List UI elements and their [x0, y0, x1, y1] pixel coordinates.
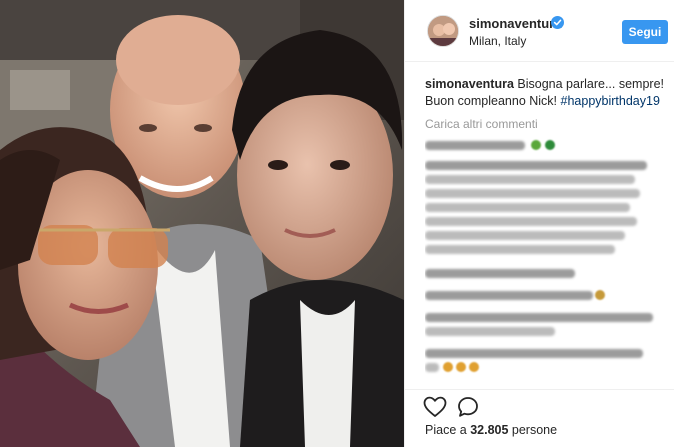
blurred-comment: [425, 313, 653, 322]
emoji-icon: [456, 362, 466, 372]
blurred-comment: [425, 231, 625, 240]
avatar[interactable]: [427, 15, 459, 47]
post-actions: Piace a 32.805 persone: [405, 389, 674, 447]
post-caption: simonaventura Bisogna parlare... sempre!…: [425, 76, 669, 110]
blurred-comments: [425, 137, 669, 377]
blurred-comment: [425, 189, 640, 198]
verified-badge-icon: [551, 16, 564, 29]
caption-hashtag[interactable]: #happybirthday19: [561, 94, 660, 108]
emoji-icon: [545, 140, 555, 150]
blurred-comment: [425, 161, 647, 170]
blurred-comment: [425, 349, 643, 358]
likes-suffix: persone: [511, 423, 558, 437]
blurred-comment: [425, 203, 630, 212]
avatar-image: [428, 16, 458, 46]
blurred-comment: [425, 363, 439, 372]
caption-username[interactable]: simonaventura: [425, 77, 514, 91]
likes-prefix: Piace a: [425, 423, 467, 437]
selfie-image: [0, 0, 404, 447]
blurred-comment: [425, 217, 637, 226]
heart-icon[interactable]: [423, 396, 447, 418]
instagram-post: simonaventura Milan, Italy Segui simonav…: [0, 0, 674, 447]
likes-number: 32.805: [470, 423, 509, 437]
author-username[interactable]: simonaventura: [469, 16, 561, 31]
emoji-icon: [595, 290, 605, 300]
blurred-comment: [425, 291, 593, 300]
blurred-comment: [425, 245, 615, 254]
emoji-icon: [531, 140, 541, 150]
emoji-icon: [443, 362, 453, 372]
comment-bubble-icon[interactable]: [457, 396, 479, 418]
blurred-comment: [425, 141, 525, 150]
load-more-comments-link[interactable]: Carica altri commenti: [425, 117, 669, 131]
post-location[interactable]: Milan, Italy: [469, 34, 526, 48]
emoji-icon: [469, 362, 479, 372]
likes-count[interactable]: Piace a 32.805 persone: [425, 423, 557, 437]
post-sidebar: simonaventura Milan, Italy Segui simonav…: [404, 0, 674, 447]
follow-button[interactable]: Segui: [622, 20, 668, 44]
blurred-comment: [425, 269, 575, 278]
post-photo[interactable]: [0, 0, 404, 447]
blurred-comment: [425, 327, 555, 336]
comments-section: simonaventura Bisogna parlare... sempre!…: [425, 76, 669, 131]
post-header: simonaventura Milan, Italy Segui: [405, 0, 674, 62]
blurred-comment: [425, 175, 635, 184]
